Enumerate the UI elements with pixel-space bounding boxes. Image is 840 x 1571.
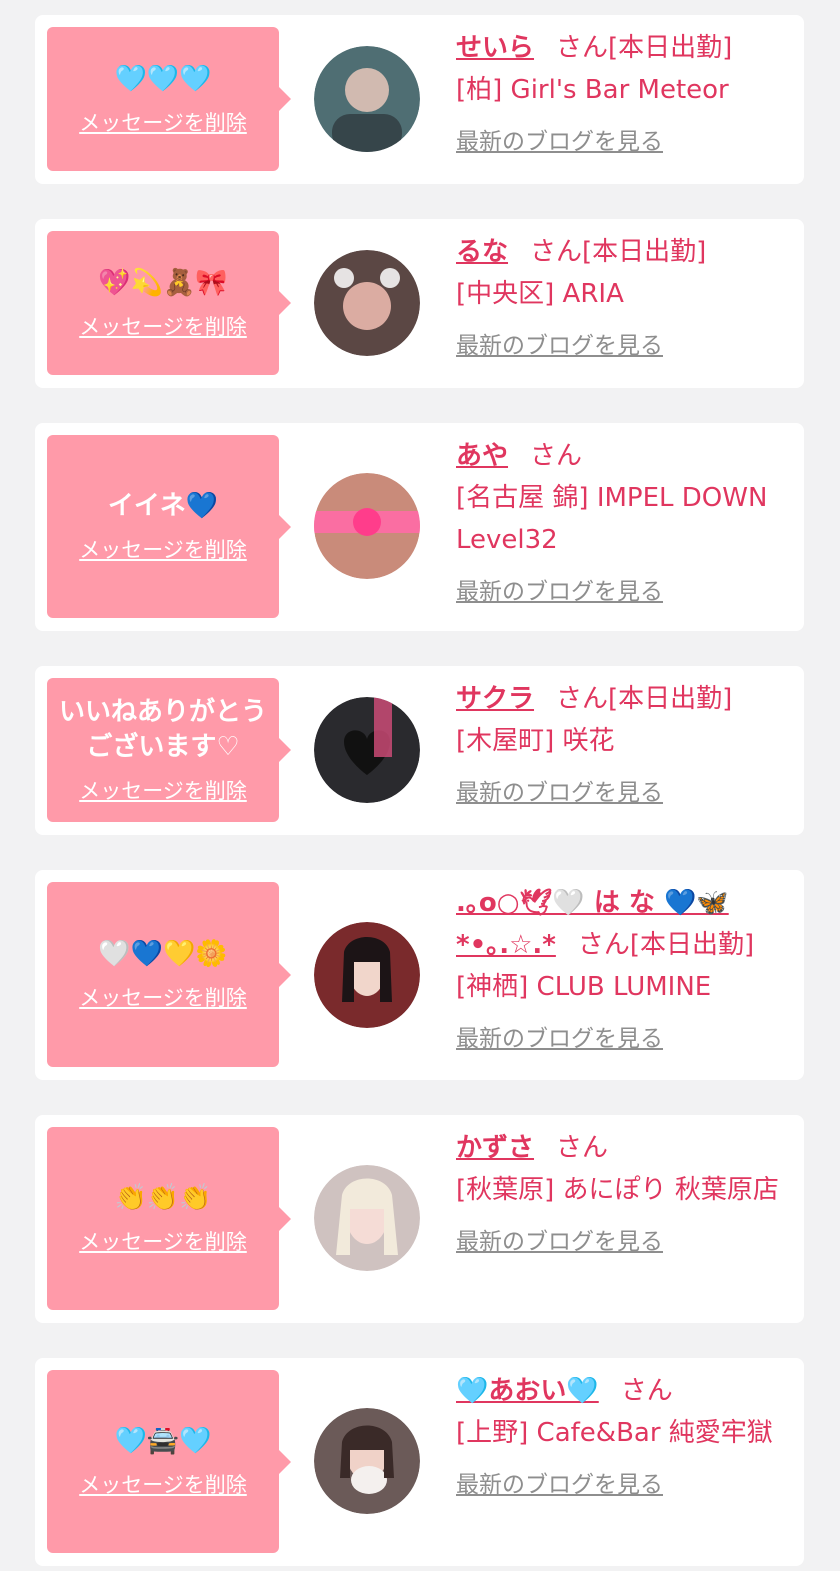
message-bubble: 💖💫🧸🎀 メッセージを削除 <box>47 231 291 375</box>
name-line: るな さん[本日出勤] <box>456 231 791 273</box>
message-bubble: 🩵🚔🩵 メッセージを削除 <box>47 1370 291 1553</box>
honorific: さん <box>556 1133 609 1163</box>
name-line: せいら さん[本日出勤] <box>456 27 791 69</box>
name-line: サクラ さん[本日出勤] <box>456 678 791 720</box>
list-item: 🩵🚔🩵 メッセージを削除 🩵あおい🩵 さん [上野] Cafe&Bar 純愛牢獄 … <box>35 1358 804 1566</box>
work-status: [本日出勤] <box>608 684 733 714</box>
cast-info: サクラ さん[本日出勤] [木屋町] 咲花 最新のブログを見る <box>456 678 791 814</box>
list-item: いいねありがとうございます♡ メッセージを削除 サクラ さん[本日出勤] [木屋町… <box>35 666 804 835</box>
message-text: 👏👏👏 <box>114 1183 212 1213</box>
name-line: あや さん <box>456 435 791 477</box>
shop-name: [柏] Girl's Bar Meteor <box>456 75 729 105</box>
view-blog-link[interactable]: 最新のブログを見る <box>456 325 663 367</box>
name-line: .｡o○🕊🤍 は な 💙🦋 *•｡.☆.* さん[本日出勤] <box>456 882 791 966</box>
delete-message-link[interactable]: メッセージを削除 <box>79 534 247 564</box>
work-status: [本日出勤] <box>608 33 733 63</box>
message-text: いいねありがとうございます♡ <box>58 697 267 762</box>
list-item: 👏👏👏 メッセージを削除 かずさ さん [秋葉原] あにぽり 秋葉原店 最新のブロ… <box>35 1115 804 1323</box>
cast-name-link[interactable]: るな <box>456 237 508 267</box>
cast-info: .｡o○🕊🤍 は な 💙🦋 *•｡.☆.* さん[本日出勤] [神栖] CLUB … <box>456 882 791 1060</box>
honorific: さん <box>556 33 609 63</box>
cast-name-link[interactable]: かずさ <box>456 1133 534 1163</box>
avatar[interactable] <box>314 473 420 579</box>
avatar[interactable] <box>314 1165 420 1271</box>
avatar-photo <box>314 697 420 803</box>
avatar-photo <box>314 922 420 1028</box>
message-bubble: いいねありがとうございます♡ メッセージを削除 <box>47 678 291 822</box>
list-item: 💖💫🧸🎀 メッセージを削除 るな さん[本日出勤] [中央区] ARIA 最新のブ… <box>35 219 804 388</box>
cast-name-link[interactable]: あや <box>456 441 508 471</box>
honorific: さん <box>530 441 583 471</box>
delete-message-link[interactable]: メッセージを削除 <box>79 982 247 1012</box>
message-bubble: イイネ💙 メッセージを削除 <box>47 435 291 618</box>
list-item: 🩵🩵🩵 メッセージを削除 せいら さん[本日出勤] [柏] Girl's Bar … <box>35 15 804 184</box>
shop-name: [神栖] CLUB LUMINE <box>456 972 712 1002</box>
avatar-photo <box>314 250 420 356</box>
avatar[interactable] <box>314 922 420 1028</box>
message-text: 🩵🩵🩵 <box>114 63 212 94</box>
message-list: 🩵🩵🩵 メッセージを削除 せいら さん[本日出勤] [柏] Girl's Bar … <box>0 0 840 1571</box>
shop-name: [木屋町] 咲花 <box>456 726 615 756</box>
cast-name-link[interactable]: 🩵あおい🩵 <box>456 1376 599 1406</box>
cast-name-link[interactable]: せいら <box>456 33 534 63</box>
cast-info: かずさ さん [秋葉原] あにぽり 秋葉原店 最新のブログを見る <box>456 1127 791 1263</box>
shop-name: [秋葉原] あにぽり 秋葉原店 <box>456 1175 779 1205</box>
cast-info: あや さん [名古屋 錦] IMPEL DOWN Level32 最新のブログを見… <box>456 435 791 613</box>
avatar-photo <box>314 1408 420 1514</box>
cast-info: せいら さん[本日出勤] [柏] Girl's Bar Meteor 最新のブログ… <box>456 27 791 163</box>
message-bubble: 🩵🩵🩵 メッセージを削除 <box>47 27 291 171</box>
message-text: 🤍💙💛🌼 <box>98 939 228 969</box>
honorific: さん <box>530 237 583 267</box>
work-status: [本日出勤] <box>629 930 755 960</box>
avatar[interactable] <box>314 250 420 356</box>
list-item: 🤍💙💛🌼 メッセージを削除 .｡o○🕊🤍 は な 💙🦋 *•｡.☆.* さん[本日… <box>35 870 804 1080</box>
message-bubble: 👏👏👏 メッセージを削除 <box>47 1127 291 1310</box>
cast-info: るな さん[本日出勤] [中央区] ARIA 最新のブログを見る <box>456 231 791 367</box>
message-text: 🩵🚔🩵 <box>114 1426 212 1456</box>
view-blog-link[interactable]: 最新のブログを見る <box>456 1464 663 1506</box>
avatar-photo <box>314 1165 420 1271</box>
shop-name: [上野] Cafe&Bar 純愛牢獄 <box>456 1418 773 1448</box>
delete-message-link[interactable]: メッセージを削除 <box>79 775 247 805</box>
message-bubble: 🤍💙💛🌼 メッセージを削除 <box>47 882 291 1067</box>
name-line: かずさ さん <box>456 1127 791 1169</box>
message-text: 💖💫🧸🎀 <box>98 267 228 298</box>
view-blog-link[interactable]: 最新のブログを見る <box>456 772 663 814</box>
avatar[interactable] <box>314 697 420 803</box>
honorific: さん <box>620 1376 673 1406</box>
honorific: さん <box>577 930 630 960</box>
cast-info: 🩵あおい🩵 さん [上野] Cafe&Bar 純愛牢獄 最新のブログを見る <box>456 1370 791 1506</box>
avatar-photo <box>314 473 420 579</box>
list-item: イイネ💙 メッセージを削除 あや さん [名古屋 錦] IMPEL DOWN Le… <box>35 423 804 631</box>
cast-name-link[interactable]: サクラ <box>456 684 534 714</box>
delete-message-link[interactable]: メッセージを削除 <box>79 1469 247 1499</box>
delete-message-link[interactable]: メッセージを削除 <box>79 1226 247 1256</box>
message-text: イイネ💙 <box>107 491 219 521</box>
shop-name: [名古屋 錦] IMPEL DOWN Level32 <box>456 483 768 555</box>
shop-name: [中央区] ARIA <box>456 279 624 309</box>
work-status: [本日出勤] <box>582 237 707 267</box>
avatar-photo <box>314 46 420 152</box>
honorific: さん <box>556 684 609 714</box>
view-blog-link[interactable]: 最新のブログを見る <box>456 571 663 613</box>
view-blog-link[interactable]: 最新のブログを見る <box>456 1018 663 1060</box>
name-line: 🩵あおい🩵 さん <box>456 1370 791 1412</box>
delete-message-link[interactable]: メッセージを削除 <box>79 107 247 137</box>
delete-message-link[interactable]: メッセージを削除 <box>79 311 247 341</box>
avatar[interactable] <box>314 1408 420 1514</box>
avatar[interactable] <box>314 46 420 152</box>
view-blog-link[interactable]: 最新のブログを見る <box>456 121 663 163</box>
view-blog-link[interactable]: 最新のブログを見る <box>456 1221 663 1263</box>
